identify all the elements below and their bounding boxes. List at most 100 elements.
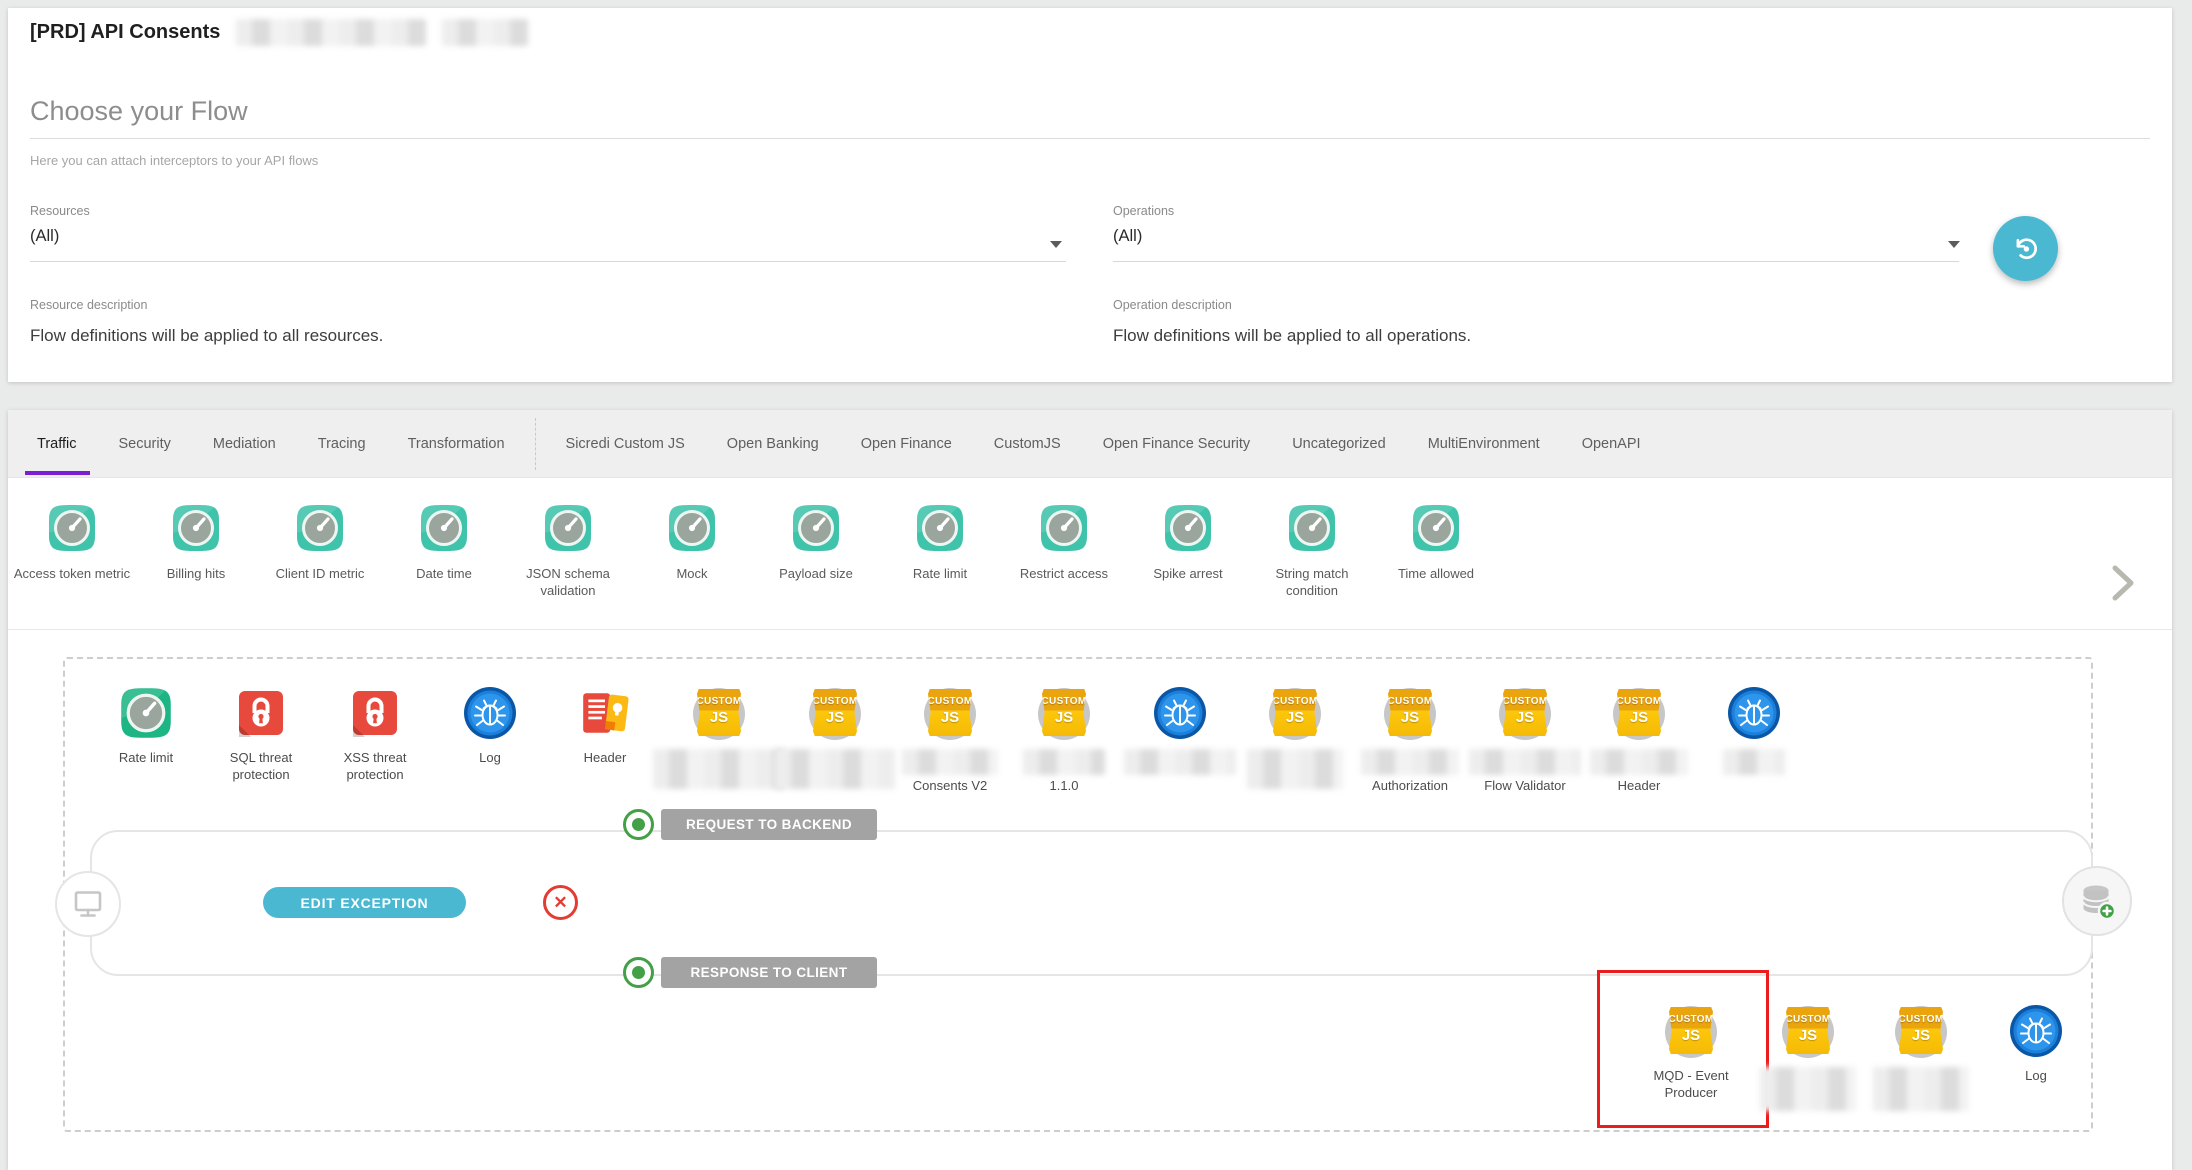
flow-interceptor-redacted[interactable]: [1699, 685, 1809, 775]
custom-js-icon: CUSTOM JS: [1382, 685, 1438, 741]
interceptor-partial-label: Header: [1618, 778, 1661, 793]
page-title: [PRD] API Consents: [30, 18, 220, 46]
operation-description-label: Operation description: [1113, 298, 1232, 312]
tab-multienvironment[interactable]: MultiEnvironment: [1407, 410, 1561, 477]
palette-interceptor-label: Spike arrest: [1153, 566, 1222, 583]
palette-interceptor-access-token-metric[interactable]: Access token metric: [10, 478, 134, 629]
palette-interceptor-mock[interactable]: Mock: [630, 478, 754, 629]
redacted-interceptor-label: [1469, 749, 1581, 775]
chevron-right-icon: [2110, 563, 2136, 603]
flow-interceptor-sql-threat-protection[interactable]: SQL threat protection: [206, 685, 316, 784]
tab-open-banking[interactable]: Open Banking: [706, 410, 840, 477]
tab-traffic[interactable]: Traffic: [16, 410, 97, 477]
custom-js-badge: CUSTOM JS: [1388, 689, 1432, 736]
resources-select[interactable]: (All): [30, 227, 59, 246]
interceptor-label: SQL threat protection: [206, 750, 316, 784]
custom-js-icon: CUSTOM JS: [1780, 1003, 1836, 1059]
palette-interceptor-time-allowed[interactable]: Time allowed: [1374, 478, 1498, 629]
custom-js-icon: CUSTOM JS: [1267, 685, 1323, 741]
tab-group-divider: [535, 418, 536, 470]
exception-error-node[interactable]: ✕: [543, 885, 578, 920]
palette-interceptor-client-id-metric[interactable]: Client ID metric: [258, 478, 382, 629]
palette-interceptor-label: Restrict access: [1020, 566, 1108, 583]
redacted-interceptor-label: [1247, 749, 1343, 789]
interceptor-label: XSS threat protection: [320, 750, 430, 784]
redacted-interceptor-label: [1361, 749, 1459, 775]
palette-interceptor-rate-limit[interactable]: Rate limit: [878, 478, 1002, 629]
tab-sicredi-custom-js[interactable]: Sicredi Custom JS: [545, 410, 706, 477]
flow-interceptor-rate-limit[interactable]: Rate limit: [91, 685, 201, 767]
palette-interceptor-billing-hits[interactable]: Billing hits: [134, 478, 258, 629]
custom-js-badge: CUSTOM JS: [1042, 689, 1086, 736]
gauge-icon: [170, 502, 222, 554]
tab-open-finance-security[interactable]: Open Finance Security: [1082, 410, 1272, 477]
palette-interceptor-date-time[interactable]: Date time: [382, 478, 506, 629]
green-dot: [632, 818, 645, 831]
flow-interceptor-log[interactable]: Log: [1981, 1003, 2091, 1085]
flow-interceptor-flow-validator[interactable]: CUSTOM JS Flow Validator: [1470, 685, 1580, 793]
tab-customjs[interactable]: CustomJS: [973, 410, 1082, 477]
custom-js-icon: CUSTOM JS: [807, 685, 863, 741]
palette-interceptor-payload-size[interactable]: Payload size: [754, 478, 878, 629]
choose-flow-subtitle: Here you can attach interceptors to your…: [30, 153, 318, 168]
custom-js-badge: CUSTOM JS: [1669, 1007, 1713, 1054]
custom-js-badge: CUSTOM JS: [1786, 1007, 1830, 1054]
monitor-icon: [68, 884, 108, 924]
flow-interceptor-redacted[interactable]: CUSTOM JS: [1753, 1003, 1863, 1111]
tab-open-finance[interactable]: Open Finance: [840, 410, 973, 477]
redacted-interceptor-label: [1023, 749, 1105, 775]
palette-interceptor-string-match-condition[interactable]: String match condition: [1250, 478, 1374, 629]
edit-exception-button[interactable]: EDIT EXCEPTION: [263, 887, 466, 918]
palette-interceptor-spike-arrest[interactable]: Spike arrest: [1126, 478, 1250, 629]
interceptor-label: MQD - Event Producer: [1636, 1068, 1746, 1102]
custom-js-badge: CUSTOM JS: [697, 689, 741, 736]
flow-interceptor-header[interactable]: Header: [550, 685, 660, 767]
flow-interceptor-authorization[interactable]: CUSTOM JS Authorization: [1355, 685, 1465, 793]
palette-interceptor-label: Mock: [676, 566, 707, 583]
flow-interceptor-1-1-0[interactable]: CUSTOM JS 1.1.0: [1009, 685, 1119, 793]
tab-uncategorized[interactable]: Uncategorized: [1271, 410, 1407, 477]
redacted-title-text-2: [442, 19, 528, 46]
gauge-icon: [118, 685, 174, 741]
log-bug-icon: [2008, 1003, 2064, 1059]
palette-interceptor-restrict-access[interactable]: Restrict access: [1002, 478, 1126, 629]
operations-select[interactable]: (All): [1113, 227, 1142, 246]
interceptor-label: Log: [2025, 1068, 2047, 1085]
resources-underline: [30, 261, 1066, 262]
redacted-interceptor-label: [1590, 749, 1688, 775]
palette-scroll-right-button[interactable]: [2110, 563, 2136, 608]
redacted-interceptor-label: [1873, 1067, 1969, 1111]
resources-caret-down-icon[interactable]: [1050, 241, 1062, 248]
palette-interceptor-label: Rate limit: [913, 566, 967, 583]
tab-security[interactable]: Security: [97, 410, 191, 477]
flow-interceptor-mqd-event-producer[interactable]: CUSTOM JS MQD - Event Producer: [1636, 1003, 1746, 1102]
flow-interceptor-log[interactable]: Log: [435, 685, 545, 767]
restore-history-button[interactable]: [1993, 216, 2058, 281]
flow-interceptor-redacted[interactable]: CUSTOM JS: [780, 685, 890, 789]
flow-interceptor-consents-v2[interactable]: CUSTOM JS Consents V2: [895, 685, 1005, 793]
header-doc-icon: [578, 686, 632, 740]
tab-tracing[interactable]: Tracing: [297, 410, 387, 477]
tab-mediation[interactable]: Mediation: [192, 410, 297, 477]
flow-interceptor-header[interactable]: CUSTOM JS Header: [1584, 685, 1694, 793]
tab-transformation[interactable]: Transformation: [387, 410, 526, 477]
flow-interceptor-redacted[interactable]: CUSTOM JS: [1240, 685, 1350, 789]
custom-js-badge: CUSTOM JS: [813, 689, 857, 736]
interceptor-category-tabs: TrafficSecurityMediationTracingTransform…: [8, 410, 2172, 478]
custom-js-icon: CUSTOM JS: [1036, 685, 1092, 741]
tab-openapi[interactable]: OpenAPI: [1561, 410, 1662, 477]
operations-caret-down-icon[interactable]: [1948, 241, 1960, 248]
redacted-interceptor-label: [1723, 749, 1785, 775]
backend-add-node[interactable]: [2062, 866, 2132, 936]
resources-label: Resources: [30, 204, 90, 218]
flow-interceptor-xss-threat-protection[interactable]: XSS threat protection: [320, 685, 430, 784]
palette-interceptor-json-schema-validation[interactable]: JSON schema validation: [506, 478, 630, 629]
custom-js-badge: CUSTOM JS: [1273, 689, 1317, 736]
flow-interceptor-redacted[interactable]: [1125, 685, 1235, 775]
response-flow-node[interactable]: [623, 957, 654, 988]
gauge-icon: [666, 502, 718, 554]
flow-interceptor-redacted[interactable]: CUSTOM JS: [1866, 1003, 1976, 1111]
request-flow-node[interactable]: [623, 809, 654, 840]
redacted-interceptor-label: [653, 749, 785, 789]
flow-interceptor-redacted[interactable]: CUSTOM JS: [664, 685, 774, 789]
